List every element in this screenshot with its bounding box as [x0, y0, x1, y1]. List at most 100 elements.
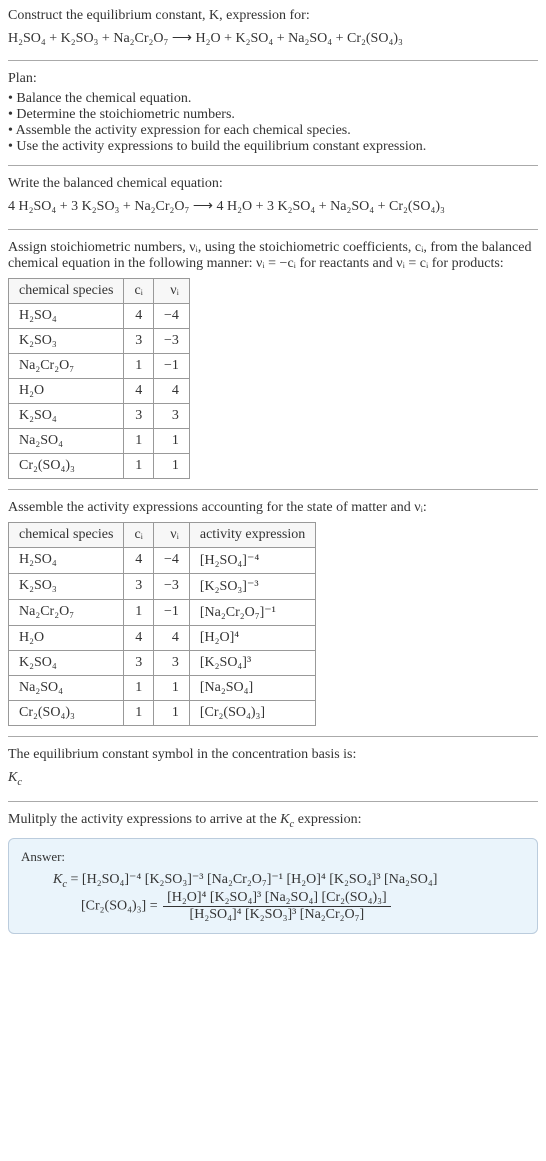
cell-species: H₂SO₄	[9, 547, 124, 573]
stoich-section: Assign stoichiometric numbers, νᵢ, using…	[8, 240, 538, 479]
activity-table: chemical species cᵢ νᵢ activity expressi…	[8, 522, 316, 726]
divider	[8, 489, 538, 490]
cell-ci: 1	[124, 428, 154, 453]
cell-species: K₂SO₃	[9, 328, 124, 353]
plan-item: Balance the chemical equation.	[8, 91, 538, 107]
table-row: K₂SO₃3−3[K₂SO₃]⁻³	[9, 573, 316, 599]
plan-section: Plan: Balance the chemical equation. Det…	[8, 71, 538, 155]
cell-ci: 1	[124, 675, 154, 700]
cell-vi: −1	[153, 599, 189, 625]
cell-species: Cr₂(SO₄)₃	[9, 700, 124, 725]
divider	[8, 736, 538, 737]
cell-ci: 4	[124, 378, 154, 403]
table-row: Na₂Cr₂O₇1−1	[9, 353, 190, 378]
table-row: Na₂SO₄11	[9, 428, 190, 453]
stoich-table: chemical species cᵢ νᵢ H₂SO₄4−4 K₂SO₃3−3…	[8, 278, 190, 479]
balance-section: Write the balanced chemical equation: 4 …	[8, 176, 538, 218]
cell-ci: 4	[124, 303, 154, 328]
cell-ci: 1	[124, 700, 154, 725]
cell-activity: [Na₂SO₄]	[189, 675, 315, 700]
plan-list: Balance the chemical equation. Determine…	[8, 91, 538, 155]
balance-heading: Write the balanced chemical equation:	[8, 176, 538, 192]
cell-vi: −1	[153, 353, 189, 378]
cell-vi: 4	[153, 378, 189, 403]
cell-species: H₂O	[9, 625, 124, 650]
table-header-row: chemical species cᵢ νᵢ activity expressi…	[9, 522, 316, 547]
table-row: H₂O44	[9, 378, 190, 403]
cell-vi: −3	[153, 328, 189, 353]
cell-ci: 3	[124, 573, 154, 599]
col-activity: activity expression	[189, 522, 315, 547]
cell-species: Na₂SO₄	[9, 428, 124, 453]
plan-item: Use the activity expressions to build th…	[8, 139, 538, 155]
intro-section: Construct the equilibrium constant, K, e…	[8, 8, 538, 50]
intro-text: Construct the equilibrium constant, K, e…	[8, 8, 538, 24]
cell-species: Na₂SO₄	[9, 675, 124, 700]
activity-intro: Assemble the activity expressions accoun…	[8, 500, 538, 516]
stoich-intro: Assign stoichiometric numbers, νᵢ, using…	[8, 240, 538, 272]
kc-terms-1: [H₂SO₄]⁻⁴ [K₂SO₃]⁻³ [Na₂Cr₂O₇]⁻¹ [H₂O]⁴ …	[82, 872, 437, 887]
cell-species: Na₂Cr₂O₇	[9, 599, 124, 625]
cell-ci: 4	[124, 547, 154, 573]
table-row: H₂O44[H₂O]⁴	[9, 625, 316, 650]
cell-vi: 1	[153, 453, 189, 478]
cell-activity: [K₂SO₃]⁻³	[189, 573, 315, 599]
final-section: Mulitply the activity expressions to arr…	[8, 812, 538, 934]
cell-activity: [H₂SO₄]⁻⁴	[189, 547, 315, 573]
table-row: Na₂Cr₂O₇1−1[Na₂Cr₂O₇]⁻¹	[9, 599, 316, 625]
cell-species: Na₂Cr₂O₇	[9, 353, 124, 378]
plan-item: Assemble the activity expression for eac…	[8, 123, 538, 139]
cell-ci: 1	[124, 453, 154, 478]
symbol-text: The equilibrium constant symbol in the c…	[8, 747, 538, 763]
table-row: Cr₂(SO₄)₃11	[9, 453, 190, 478]
cell-ci: 3	[124, 328, 154, 353]
divider	[8, 801, 538, 802]
cell-ci: 3	[124, 403, 154, 428]
kc-symbol: Kc	[8, 767, 538, 792]
divider	[8, 165, 538, 166]
cell-ci: 1	[124, 599, 154, 625]
col-ci: cᵢ	[124, 278, 154, 303]
kc-expression-line2: [Cr₂(SO₄)₃] = [H₂O]⁴ [K₂SO₄]³ [Na₂SO₄] […	[81, 890, 525, 923]
cell-activity: [H₂O]⁴	[189, 625, 315, 650]
col-vi: νᵢ	[153, 522, 189, 547]
col-ci: cᵢ	[124, 522, 154, 547]
cell-ci: 1	[124, 353, 154, 378]
plan-heading: Plan:	[8, 71, 538, 87]
activity-section: Assemble the activity expressions accoun…	[8, 500, 538, 726]
symbol-section: The equilibrium constant symbol in the c…	[8, 747, 538, 792]
table-row: K₂SO₄33[K₂SO₄]³	[9, 650, 316, 675]
cell-vi: −3	[153, 573, 189, 599]
cell-vi: 3	[153, 403, 189, 428]
col-species: chemical species	[9, 278, 124, 303]
table-row: Na₂SO₄11[Na₂SO₄]	[9, 675, 316, 700]
cell-species: K₂SO₃	[9, 573, 124, 599]
cell-activity: [Na₂Cr₂O₇]⁻¹	[189, 599, 315, 625]
table-row: K₂SO₃3−3	[9, 328, 190, 353]
divider	[8, 229, 538, 230]
kc-line2-prefix: [Cr₂(SO₄)₃] =	[81, 899, 161, 914]
cell-vi: −4	[153, 547, 189, 573]
cell-vi: 3	[153, 650, 189, 675]
intro-equation: H₂SO₄ + K₂SO₃ + Na₂Cr₂O₇ ⟶ H₂O + K₂SO₄ +…	[8, 28, 538, 50]
cell-vi: −4	[153, 303, 189, 328]
kc-expression-line1: Kc = [H₂SO₄]⁻⁴ [K₂SO₃]⁻³ [Na₂Cr₂O₇]⁻¹ [H…	[53, 871, 525, 890]
plan-item: Determine the stoichiometric numbers.	[8, 107, 538, 123]
table-header-row: chemical species cᵢ νᵢ	[9, 278, 190, 303]
col-species: chemical species	[9, 522, 124, 547]
table-row: H₂SO₄4−4[H₂SO₄]⁻⁴	[9, 547, 316, 573]
final-intro: Mulitply the activity expressions to arr…	[8, 812, 538, 830]
cell-activity: [K₂SO₄]³	[189, 650, 315, 675]
cell-species: H₂O	[9, 378, 124, 403]
table-row: Cr₂(SO₄)₃11[Cr₂(SO₄)₃]	[9, 700, 316, 725]
table-row: K₂SO₄33	[9, 403, 190, 428]
cell-species: K₂SO₄	[9, 650, 124, 675]
cell-species: K₂SO₄	[9, 403, 124, 428]
kc-denominator: [H₂SO₄]⁴ [K₂SO₃]³ [Na₂Cr₂O₇]	[163, 907, 391, 923]
cell-ci: 3	[124, 650, 154, 675]
answer-box: Answer: Kc = [H₂SO₄]⁻⁴ [K₂SO₃]⁻³ [Na₂Cr₂…	[8, 838, 538, 934]
cell-species: Cr₂(SO₄)₃	[9, 453, 124, 478]
balanced-equation: 4 H₂SO₄ + 3 K₂SO₃ + Na₂Cr₂O₇ ⟶ 4 H₂O + 3…	[8, 196, 538, 218]
cell-vi: 1	[153, 428, 189, 453]
table-row: H₂SO₄4−4	[9, 303, 190, 328]
